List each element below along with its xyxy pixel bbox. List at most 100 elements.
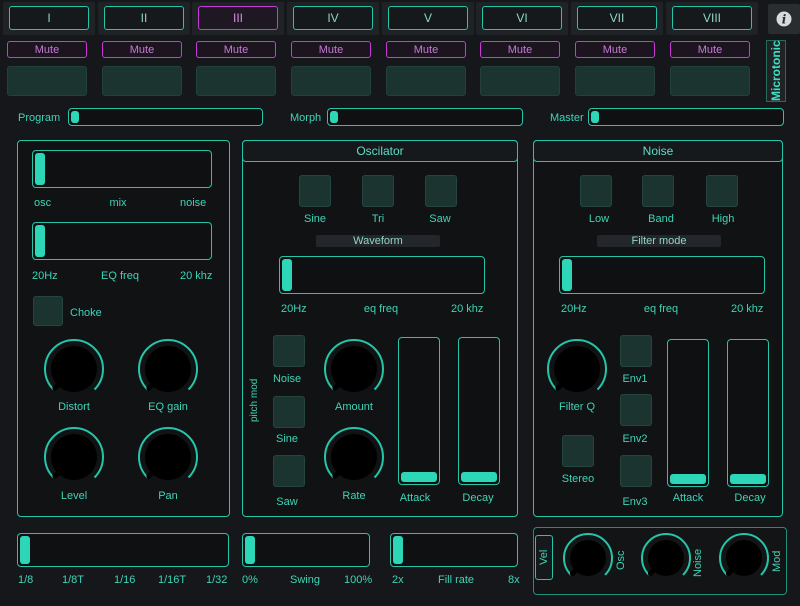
osc-eq-freq-slider[interactable] [279,256,485,294]
waveform-tri-label: Tri [371,213,385,225]
info-icon: i [776,11,792,27]
env1-button[interactable] [620,335,652,367]
channel-tab-2[interactable]: II [104,6,184,30]
noise-decay-slider[interactable] [727,339,769,487]
distort-knob[interactable] [42,337,106,401]
filter-high-button[interactable] [706,175,738,207]
mute-button-3[interactable]: Mute [196,41,276,58]
program-slider[interactable] [68,108,263,126]
mute-button-8[interactable]: Mute [670,41,750,58]
noise-eq-min-label: 20Hz [561,303,587,315]
choke-label: Choke [70,307,102,319]
noise-attack-slider[interactable] [667,339,709,487]
choke-button[interactable] [33,296,63,326]
brand-label: Microtonic [766,40,786,102]
filter-low-label: Low [588,213,610,225]
mute-button-2[interactable]: Mute [102,41,182,58]
mute-button-6[interactable]: Mute [480,41,560,58]
vel-noise-knob[interactable] [639,531,693,585]
mix-label: mix [109,197,127,209]
rate-knob[interactable] [322,425,386,489]
pitch-mod-sine-button[interactable] [273,396,305,428]
channel-tab-6[interactable]: VI [482,6,562,30]
vel-osc-label: Osc [615,550,627,570]
noise-attack-label: Attack [672,492,704,504]
env3-button[interactable] [620,455,652,487]
mute-button-4[interactable]: Mute [291,41,371,58]
mute-button-1[interactable]: Mute [7,41,87,58]
trigger-pad-8[interactable] [670,66,750,96]
mute-button-7[interactable]: Mute [575,41,655,58]
trigger-pad-3[interactable] [196,66,276,96]
amount-knob[interactable] [322,337,386,401]
osc-attack-slider[interactable] [398,337,440,485]
channel-tab-5[interactable]: V [388,6,468,30]
vel-noise-label: Noise [692,548,704,577]
swing-max-label: 100% [344,574,373,586]
filter-low-button[interactable] [580,175,612,207]
distort-label: Distort [58,401,90,413]
waveform-label: Waveform [316,235,440,247]
filter-q-knob[interactable] [545,337,609,401]
vel-mod-knob[interactable] [717,531,771,585]
info-button[interactable]: i [768,4,800,34]
rate-label-2: 1/16 [114,574,136,586]
mix-right-label: noise [180,197,207,209]
pitch-mod-noise-label: Noise [272,373,302,385]
morph-slider[interactable] [327,108,523,126]
pan-knob[interactable] [136,425,200,489]
waveform-sine-button[interactable] [299,175,331,207]
trigger-pad-7[interactable] [575,66,655,96]
pitch-mod-saw-button[interactable] [273,455,305,487]
waveform-saw-button[interactable] [425,175,457,207]
svg-text:i: i [782,13,787,27]
pitch-mod-saw-label: Saw [276,496,298,508]
trigger-pad-6[interactable] [480,66,560,96]
trigger-pad-2[interactable] [102,66,182,96]
noise-eq-max-label: 20 khz [731,303,764,315]
filter-band-label: Band [648,213,674,225]
mute-button-5[interactable]: Mute [386,41,466,58]
filter-q-label: Filter Q [558,401,596,413]
pan-label: Pan [158,490,178,502]
fill-rate-slider[interactable] [390,533,518,567]
level-knob[interactable] [42,425,106,489]
channel-tab-4[interactable]: IV [293,6,373,30]
stereo-button[interactable] [562,435,594,467]
waveform-tri-button[interactable] [362,175,394,207]
env1-label: Env1 [622,373,648,385]
osc-decay-label: Decay [462,492,494,504]
channel-tab-1[interactable]: I [9,6,89,30]
osc-eq-min-label: 20Hz [281,303,307,315]
master-label: Master [550,112,584,124]
channel-tab-8[interactable]: VIII [672,6,752,30]
mix-slider[interactable] [32,150,212,188]
eq-freq-min-label: 20Hz [32,270,58,282]
eq-gain-label: EQ gain [148,401,188,413]
filter-mode-label: Filter mode [597,235,721,247]
noise-eq-freq-slider[interactable] [559,256,765,294]
osc-decay-slider[interactable] [458,337,500,485]
pitch-mod-sine-label: Sine [275,433,299,445]
trigger-pad-1[interactable] [7,66,87,96]
level-label: Level [60,490,88,502]
env2-button[interactable] [620,394,652,426]
vel-osc-knob[interactable] [561,531,615,585]
trigger-pad-5[interactable] [386,66,466,96]
channel-tab-3[interactable]: III [198,6,278,30]
vel-label: Vel [535,535,553,580]
oscillator-title: Oscilator [242,140,518,162]
rate-slider[interactable] [17,533,229,567]
channel-tab-7[interactable]: VII [577,6,657,30]
trigger-pad-4[interactable] [291,66,371,96]
filter-band-button[interactable] [642,175,674,207]
swing-slider[interactable] [242,533,370,567]
swing-label: Swing [290,574,320,586]
master-slider[interactable] [588,108,784,126]
fill-rate-min-label: 2x [392,574,404,586]
env3-label: Env3 [622,496,648,508]
eq-gain-knob[interactable] [136,337,200,401]
eq-freq-slider[interactable] [32,222,212,260]
fill-rate-label: Fill rate [437,574,475,586]
pitch-mod-noise-button[interactable] [273,335,305,367]
